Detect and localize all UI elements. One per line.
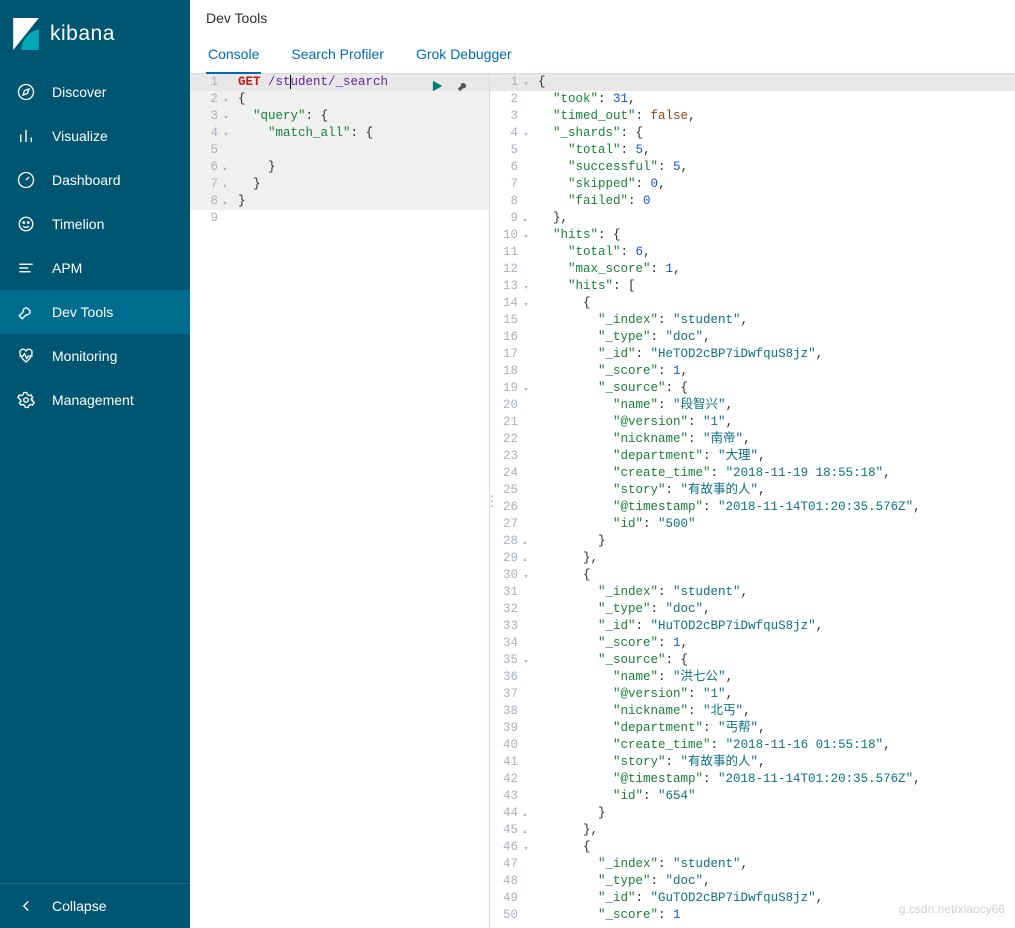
- tab-console[interactable]: Console: [206, 38, 261, 74]
- sidebar-item-label: Discover: [52, 84, 106, 100]
- request-pane: 1GET /student/_search2{3 "query": {4 "ma…: [190, 74, 490, 928]
- kibana-logo-icon: [12, 18, 40, 50]
- page-title: Dev Tools: [190, 0, 1015, 32]
- collapse-label: Collapse: [52, 898, 106, 914]
- gauge-icon: [16, 170, 36, 190]
- sidebar-collapse[interactable]: Collapse: [0, 883, 190, 928]
- tab-grok-debugger[interactable]: Grok Debugger: [414, 38, 514, 73]
- sidebar-item-label: APM: [52, 260, 82, 276]
- sidebar-item-dashboard[interactable]: Dashboard: [0, 158, 190, 202]
- collapse-icon: [16, 896, 36, 916]
- heartbeat-icon: [16, 346, 36, 366]
- gear-icon: [16, 390, 36, 410]
- timelion-icon: [16, 214, 36, 234]
- request-editor[interactable]: 1GET /student/_search2{3 "query": {4 "ma…: [190, 74, 489, 928]
- tab-search-profiler[interactable]: Search Profiler: [289, 38, 386, 73]
- request-actions: [429, 78, 471, 94]
- sidebar-item-management[interactable]: Management: [0, 378, 190, 422]
- sidebar-item-discover[interactable]: Discover: [0, 70, 190, 114]
- sidebar-item-label: Monitoring: [52, 348, 117, 364]
- apm-icon: [16, 258, 36, 278]
- tabs: Console Search Profiler Grok Debugger: [190, 32, 1015, 74]
- logo-area[interactable]: kibana: [0, 0, 190, 70]
- run-button[interactable]: [429, 78, 445, 94]
- response-pane: 1{2 "took": 31,3 "timed_out": false,4 "_…: [490, 74, 1015, 928]
- sidebar-item-label: Dev Tools: [52, 304, 113, 320]
- tools-button[interactable]: [455, 78, 471, 94]
- main-area: Dev Tools Console Search Profiler Grok D…: [190, 0, 1015, 928]
- editor-split: 1GET /student/_search2{3 "query": {4 "ma…: [190, 74, 1015, 928]
- compass-icon: [16, 82, 36, 102]
- sidebar-item-label: Management: [52, 392, 134, 408]
- wrench-icon: [16, 302, 36, 322]
- bar-chart-icon: [16, 126, 36, 146]
- sidebar-item-label: Timelion: [52, 216, 104, 232]
- app-name: kibana: [50, 22, 115, 46]
- app-root: kibana Discover Visualize Dashboard Time…: [0, 0, 1015, 928]
- sidebar-item-apm[interactable]: APM: [0, 246, 190, 290]
- nav: Discover Visualize Dashboard Timelion AP…: [0, 70, 190, 928]
- sidebar-item-visualize[interactable]: Visualize: [0, 114, 190, 158]
- sidebar-item-label: Dashboard: [52, 172, 121, 188]
- sidebar-item-label: Visualize: [52, 128, 108, 144]
- sidebar-item-monitoring[interactable]: Monitoring: [0, 334, 190, 378]
- sidebar: kibana Discover Visualize Dashboard Time…: [0, 0, 190, 928]
- sidebar-item-timelion[interactable]: Timelion: [0, 202, 190, 246]
- response-viewer[interactable]: 1{2 "took": 31,3 "timed_out": false,4 "_…: [490, 74, 1015, 928]
- sidebar-item-devtools[interactable]: Dev Tools: [0, 290, 190, 334]
